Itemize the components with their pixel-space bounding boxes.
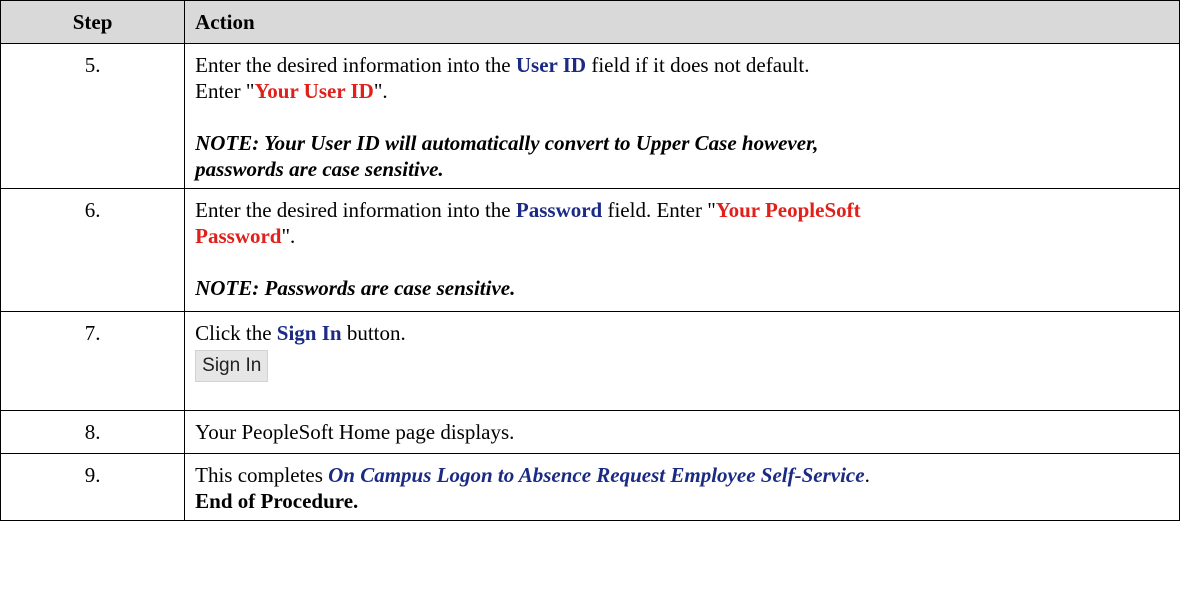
step-number: 5. xyxy=(0,43,186,189)
table-row: 5. Enter the desired information into th… xyxy=(0,43,1180,189)
instruction-line: Enter "Your User ID". xyxy=(195,78,1169,104)
instruction-text: Click the xyxy=(195,321,277,345)
action-cell: This completes On Campus Logon to Absenc… xyxy=(184,453,1180,521)
step-column-header: Step xyxy=(0,0,186,44)
step-number: 7. xyxy=(0,311,186,411)
instruction-text: button. xyxy=(341,321,406,345)
table-row: 8. Your PeopleSoft Home page displays. xyxy=(0,410,1180,454)
instruction-text: ". xyxy=(373,79,388,103)
button-name: Sign In xyxy=(276,321,342,345)
action-cell: Enter the desired information into the P… xyxy=(184,188,1180,312)
sign-in-button-image: Sign In xyxy=(195,350,269,382)
user-value: Your PeopleSoft xyxy=(715,198,861,222)
instruction-line: Password". xyxy=(195,223,1169,249)
instruction-line: This completes On Campus Logon to Absenc… xyxy=(195,462,1169,488)
instruction-text: Enter the desired information into the xyxy=(195,53,516,77)
procedure-steps-table: Step Action 5. Enter the desired informa… xyxy=(0,0,1180,521)
step-number: 6. xyxy=(0,188,186,312)
table-row: 6. Enter the desired information into th… xyxy=(0,188,1180,312)
action-cell: Click the Sign In button. Sign In xyxy=(184,311,1180,411)
action-cell: Enter the desired information into the U… xyxy=(184,43,1180,189)
table-row: 7. Click the Sign In button. Sign In xyxy=(0,311,1180,411)
field-name: Password xyxy=(515,198,603,222)
note-text: NOTE: Your User ID will automatically co… xyxy=(195,131,819,155)
instruction-text: Enter the desired information into the xyxy=(195,198,516,222)
instruction-line: Enter the desired information into the U… xyxy=(195,52,1169,78)
instruction-text: This completes xyxy=(195,463,329,487)
instruction-text: field. Enter " xyxy=(602,198,716,222)
instruction-text: . xyxy=(864,463,870,487)
action-column-header: Action xyxy=(184,0,1180,44)
procedure-name: On Campus Logon to Absence Request Emplo… xyxy=(328,463,865,487)
field-name: User ID xyxy=(515,53,587,77)
instruction-line: Click the Sign In button. xyxy=(195,320,1169,346)
instruction-text: Your PeopleSoft Home page displays. xyxy=(195,420,515,444)
end-of-procedure: End of Procedure. xyxy=(195,489,359,513)
instruction-text: ". xyxy=(281,224,296,248)
table-header-row: Step Action xyxy=(0,0,1180,44)
note-text: passwords are case sensitive. xyxy=(195,157,444,181)
step-number: 8. xyxy=(0,410,186,454)
instruction-text: Enter " xyxy=(195,79,255,103)
instruction-text: field if it does not default. xyxy=(586,53,810,77)
step-number: 9. xyxy=(0,453,186,521)
table-row: 9. This completes On Campus Logon to Abs… xyxy=(0,453,1180,521)
user-value: Password xyxy=(195,224,282,248)
user-value: Your User ID xyxy=(254,79,374,103)
action-cell: Your PeopleSoft Home page displays. xyxy=(184,410,1180,454)
instruction-line: Enter the desired information into the P… xyxy=(195,197,1169,223)
note-text: NOTE: Passwords are case sensitive. xyxy=(195,276,516,300)
